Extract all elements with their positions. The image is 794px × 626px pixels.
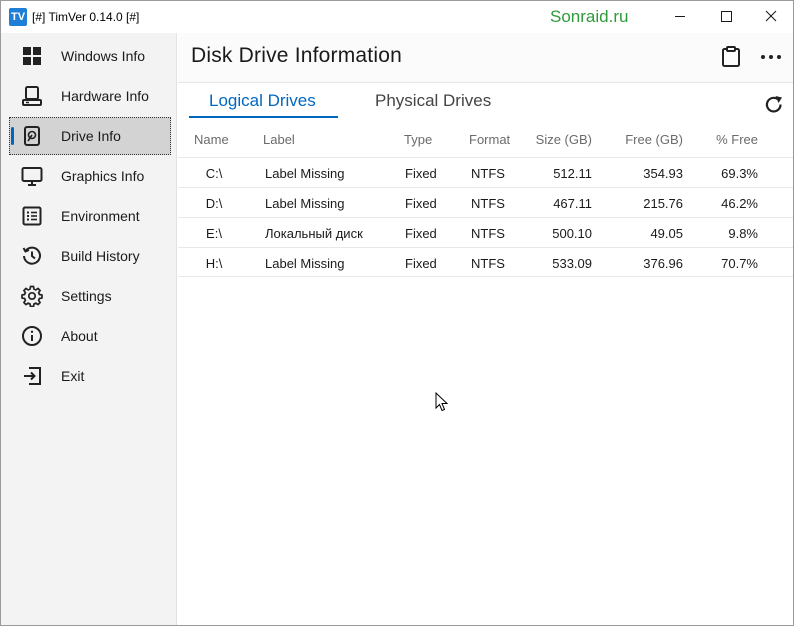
sidebar-item-label: Hardware Info bbox=[61, 88, 149, 104]
sidebar-item-label: Environment bbox=[61, 208, 140, 224]
cell-type: Fixed bbox=[405, 256, 437, 271]
sidebar-item-label: Windows Info bbox=[61, 48, 146, 64]
page-title: Disk Drive Information bbox=[191, 44, 402, 67]
clipboard-icon bbox=[722, 46, 740, 67]
drive-content: Logical Drives Physical Drives Name Labe… bbox=[178, 82, 793, 625]
column-header-size[interactable]: Size (GB) bbox=[518, 132, 592, 147]
copy-to-clipboard-button[interactable] bbox=[719, 45, 743, 69]
sidebar-item-build-history[interactable]: Build History bbox=[9, 237, 171, 275]
sidebar-item-exit[interactable]: Exit bbox=[9, 357, 171, 395]
column-header-name[interactable]: Name bbox=[194, 132, 229, 147]
cell-type: Fixed bbox=[405, 166, 437, 181]
monitor-icon bbox=[21, 167, 43, 186]
list-icon bbox=[22, 206, 42, 226]
tab-logical-drives[interactable]: Logical Drives bbox=[209, 91, 316, 119]
logical-drives-table: Name Label Type Format Size (GB) Free (G… bbox=[178, 121, 793, 277]
sidebar-item-environment[interactable]: Environment bbox=[9, 197, 171, 235]
column-header-percent-free[interactable]: % Free bbox=[698, 132, 758, 147]
close-icon bbox=[765, 10, 777, 22]
cell-percent-free: 69.3% bbox=[721, 166, 758, 181]
minimize-button[interactable] bbox=[657, 1, 703, 32]
cell-name: D:\ bbox=[205, 196, 223, 211]
sidebar-item-hardware-info[interactable]: Hardware Info bbox=[9, 77, 171, 115]
cell-name: C:\ bbox=[205, 166, 223, 181]
cell-name: E:\ bbox=[206, 226, 222, 241]
refresh-icon bbox=[765, 96, 782, 113]
cell-label: Label Missing bbox=[265, 166, 345, 181]
hard-drive-icon bbox=[24, 126, 40, 146]
maximize-button[interactable] bbox=[703, 1, 749, 32]
sidebar-item-drive-info[interactable]: Drive Info bbox=[9, 117, 171, 155]
mouse-cursor-icon bbox=[435, 392, 449, 412]
cell-size: 512.11 bbox=[553, 166, 592, 181]
cell-percent-free: 46.2% bbox=[721, 196, 758, 211]
cell-size: 500.10 bbox=[552, 226, 592, 241]
sidebar-item-label: Drive Info bbox=[61, 128, 121, 144]
sidebar-item-windows-info[interactable]: Windows Info bbox=[9, 37, 171, 75]
exit-icon bbox=[24, 367, 41, 385]
active-indicator bbox=[11, 127, 14, 145]
cell-percent-free: 9.8% bbox=[728, 226, 758, 241]
windows-logo-icon bbox=[23, 47, 41, 65]
computer-icon bbox=[22, 86, 42, 106]
cell-label: Label Missing bbox=[265, 196, 345, 211]
cell-label: Локальный диск bbox=[265, 226, 363, 241]
minimize-icon bbox=[675, 16, 685, 17]
maximize-icon bbox=[721, 11, 732, 22]
cell-format: NTFS bbox=[471, 226, 505, 241]
tab-physical-drives[interactable]: Physical Drives bbox=[375, 91, 491, 119]
cell-size: 467.11 bbox=[553, 196, 592, 211]
column-header-free[interactable]: Free (GB) bbox=[608, 132, 683, 147]
title-bar[interactable]: TV [#] TimVer 0.14.0 [#] Sonraid.ru bbox=[1, 1, 793, 33]
cell-name: H:\ bbox=[205, 256, 223, 271]
cell-type: Fixed bbox=[405, 226, 437, 241]
cell-label: Label Missing bbox=[265, 256, 345, 271]
table-row[interactable]: D:\ Label Missing Fixed NTFS 467.11 215.… bbox=[178, 187, 793, 217]
sidebar: Windows Info Hardware Info Drive Info Gr… bbox=[1, 33, 177, 625]
column-header-type[interactable]: Type bbox=[404, 132, 432, 147]
table-row[interactable]: E:\ Локальный диск Fixed NTFS 500.10 49.… bbox=[178, 217, 793, 247]
cell-format: NTFS bbox=[471, 166, 505, 181]
watermark-text: Sonraid.ru bbox=[550, 7, 629, 26]
window-title: [#] TimVer 0.14.0 [#] bbox=[32, 10, 140, 24]
sidebar-item-about[interactable]: About bbox=[9, 317, 171, 355]
cell-size: 533.09 bbox=[552, 256, 592, 271]
history-icon bbox=[22, 246, 41, 265]
cell-free: 49.05 bbox=[650, 226, 683, 241]
column-header-label[interactable]: Label bbox=[263, 132, 295, 147]
gear-icon bbox=[21, 285, 43, 307]
sidebar-item-label: Graphics Info bbox=[61, 168, 145, 184]
tab-selected-indicator bbox=[189, 116, 338, 118]
app-icon: TV bbox=[9, 8, 27, 26]
cell-free: 215.76 bbox=[643, 196, 683, 211]
sidebar-item-label: Build History bbox=[61, 248, 140, 264]
sidebar-item-label: Exit bbox=[61, 368, 85, 384]
sidebar-item-label: Settings bbox=[61, 288, 112, 304]
main-panel: Disk Drive Information Logical Drives Ph… bbox=[178, 33, 793, 625]
refresh-button[interactable] bbox=[763, 94, 785, 116]
column-header-format[interactable]: Format bbox=[469, 132, 510, 147]
sidebar-item-graphics-info[interactable]: Graphics Info bbox=[9, 157, 171, 195]
more-options-button[interactable] bbox=[759, 45, 783, 69]
cell-format: NTFS bbox=[471, 196, 505, 211]
table-header: Name Label Type Format Size (GB) Free (G… bbox=[178, 121, 793, 157]
info-icon bbox=[22, 326, 42, 346]
close-button[interactable] bbox=[748, 1, 794, 32]
cell-type: Fixed bbox=[405, 196, 437, 211]
more-icon bbox=[761, 55, 781, 59]
app-window: TV [#] TimVer 0.14.0 [#] Sonraid.ru Wind… bbox=[0, 0, 794, 626]
cell-free: 354.93 bbox=[643, 166, 683, 181]
sidebar-item-label: About bbox=[61, 328, 98, 344]
sidebar-item-settings[interactable]: Settings bbox=[9, 277, 171, 315]
table-row[interactable]: H:\ Label Missing Fixed NTFS 533.09 376.… bbox=[178, 247, 793, 277]
cell-percent-free: 70.7% bbox=[721, 256, 758, 271]
cell-format: NTFS bbox=[471, 256, 505, 271]
table-row[interactable]: C:\ Label Missing Fixed NTFS 512.11 354.… bbox=[178, 157, 793, 187]
cell-free: 376.96 bbox=[643, 256, 683, 271]
